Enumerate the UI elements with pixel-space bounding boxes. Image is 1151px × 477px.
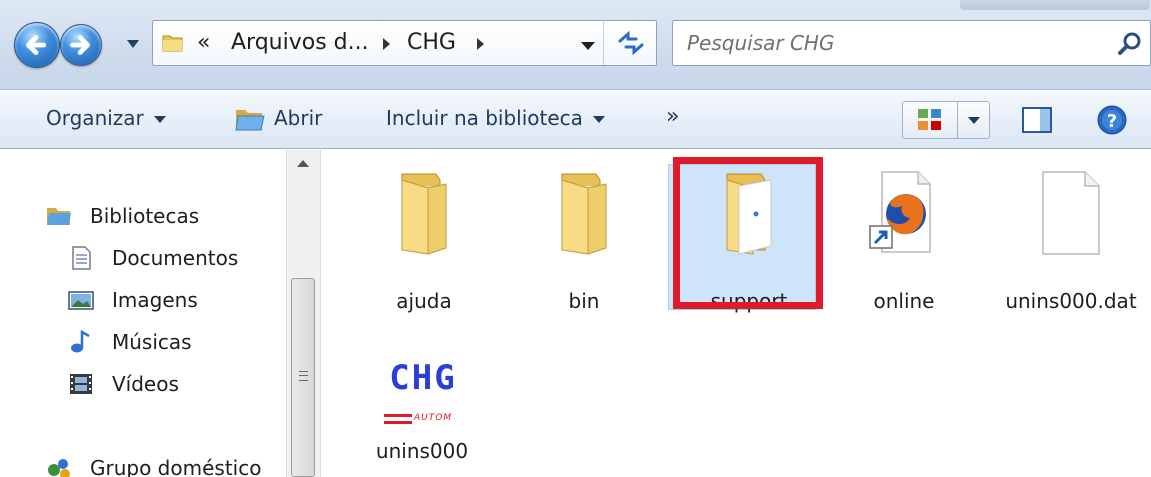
- documents-icon: [72, 246, 91, 270]
- images-label: Imagens: [112, 288, 198, 312]
- svg-text:?: ?: [1107, 111, 1117, 132]
- breadcrumb-separator-icon[interactable]: [383, 38, 390, 50]
- nav-item-documents[interactable]: Documentos: [68, 246, 268, 274]
- file-name-label: bin: [568, 289, 600, 313]
- folder-icon: [561, 173, 607, 255]
- chg-logo-subtext: AUTOM: [414, 413, 453, 423]
- back-arrow-icon: [26, 34, 47, 56]
- navigation-pane: Bibliotecas Documentos Imagens Músicas V…: [0, 150, 320, 477]
- address-history-dropdown-icon[interactable]: [581, 42, 595, 50]
- breadcrumb-item-chg[interactable]: CHG: [407, 30, 456, 55]
- chevron-down-icon: [592, 116, 605, 123]
- homegroup-label: Grupo doméstico: [90, 456, 262, 477]
- search-icon[interactable]: [1117, 31, 1143, 57]
- help-icon[interactable]: ?: [1096, 104, 1128, 136]
- images-icon: [68, 291, 94, 310]
- include-library-label: Incluir na biblioteca: [386, 106, 583, 130]
- search-input[interactable]: [687, 28, 1107, 58]
- breadcrumb-separator-icon[interactable]: [477, 38, 484, 50]
- recent-pages-dropdown-icon[interactable]: [125, 36, 141, 52]
- organize-button[interactable]: Organizar: [46, 106, 166, 130]
- music-note-icon: [71, 330, 90, 353]
- file-item-ajuda[interactable]: ajuda: [354, 168, 494, 328]
- firefox-shortcut-icon: [869, 171, 931, 253]
- nav-item-images[interactable]: Imagens: [68, 288, 268, 316]
- command-bar: Organizar Abrir Incluir na biblioteca » …: [0, 91, 1151, 149]
- forward-arrow-icon: [70, 35, 91, 55]
- folder-icon: [401, 173, 447, 255]
- more-commands-button[interactable]: »: [666, 104, 679, 129]
- file-item-bin[interactable]: bin: [514, 168, 654, 328]
- file-item-unins000[interactable]: CHG AUTOM unins000: [372, 340, 472, 470]
- scrollbar-thumb[interactable]: [291, 278, 315, 477]
- nav-item-videos[interactable]: Vídeos: [68, 372, 268, 400]
- breadcrumb-overflow[interactable]: «: [197, 30, 210, 55]
- music-label: Músicas: [112, 330, 192, 354]
- open-label: Abrir: [274, 106, 323, 130]
- libraries-icon: [47, 208, 71, 225]
- file-item-unins000-dat[interactable]: unins000.dat: [1001, 168, 1141, 358]
- views-grid-icon: [918, 109, 941, 130]
- chevron-down-icon: [153, 116, 166, 123]
- nav-pane-scrollbar[interactable]: [286, 150, 320, 477]
- blank-file-icon: [1042, 171, 1100, 255]
- red-annotation-highlight: [673, 157, 823, 309]
- nav-item-music[interactable]: Músicas: [68, 330, 268, 358]
- file-item-online[interactable]: online: [834, 168, 974, 328]
- address-field[interactable]: « Arquivos d... CHG: [152, 20, 657, 66]
- chg-logo-stripes: [384, 414, 412, 424]
- nav-item-libraries[interactable]: Bibliotecas: [46, 204, 246, 232]
- include-in-library-button[interactable]: Incluir na biblioteca: [386, 106, 605, 130]
- organize-label: Organizar: [46, 106, 144, 130]
- views-separator: [957, 102, 958, 138]
- nav-item-homegroup[interactable]: Grupo doméstico: [46, 456, 286, 477]
- chg-logo-text: CHG: [380, 358, 466, 398]
- file-name-label: ajuda: [396, 289, 452, 313]
- search-field[interactable]: [672, 20, 1151, 66]
- homegroup-icon: [48, 459, 70, 477]
- file-name-label: online: [873, 289, 935, 313]
- refresh-icon: [618, 30, 644, 56]
- file-name-label: unins000.dat: [1005, 289, 1137, 313]
- documents-label: Documentos: [112, 246, 239, 270]
- back-button[interactable]: [14, 22, 60, 68]
- chg-logo-icon: CHG AUTOM: [380, 358, 466, 438]
- views-dropdown-icon[interactable]: [968, 117, 980, 124]
- libraries-label: Bibliotecas: [90, 204, 200, 228]
- file-list: ajuda bin support online unins000.dat CH…: [321, 150, 1151, 477]
- title-bar-control-strip: [960, 0, 1150, 10]
- file-name-label: unins000: [375, 439, 469, 463]
- open-button[interactable]: Abrir: [274, 106, 322, 130]
- refresh-button[interactable]: [603, 21, 657, 65]
- open-folder-icon[interactable]: [234, 106, 266, 134]
- video-film-icon: [70, 374, 92, 394]
- forward-button[interactable]: [60, 24, 102, 66]
- scroll-up-arrow-icon[interactable]: [297, 160, 309, 167]
- preview-pane-icon[interactable]: [1022, 106, 1052, 134]
- address-bar: « Arquivos d... CHG: [0, 0, 1151, 90]
- breadcrumb-item-arquivos[interactable]: Arquivos d...: [231, 30, 369, 55]
- videos-label: Vídeos: [112, 372, 179, 396]
- scrollbar-grip-icon: [299, 371, 308, 381]
- folder-icon: [162, 35, 183, 52]
- change-view-button[interactable]: [902, 101, 990, 139]
